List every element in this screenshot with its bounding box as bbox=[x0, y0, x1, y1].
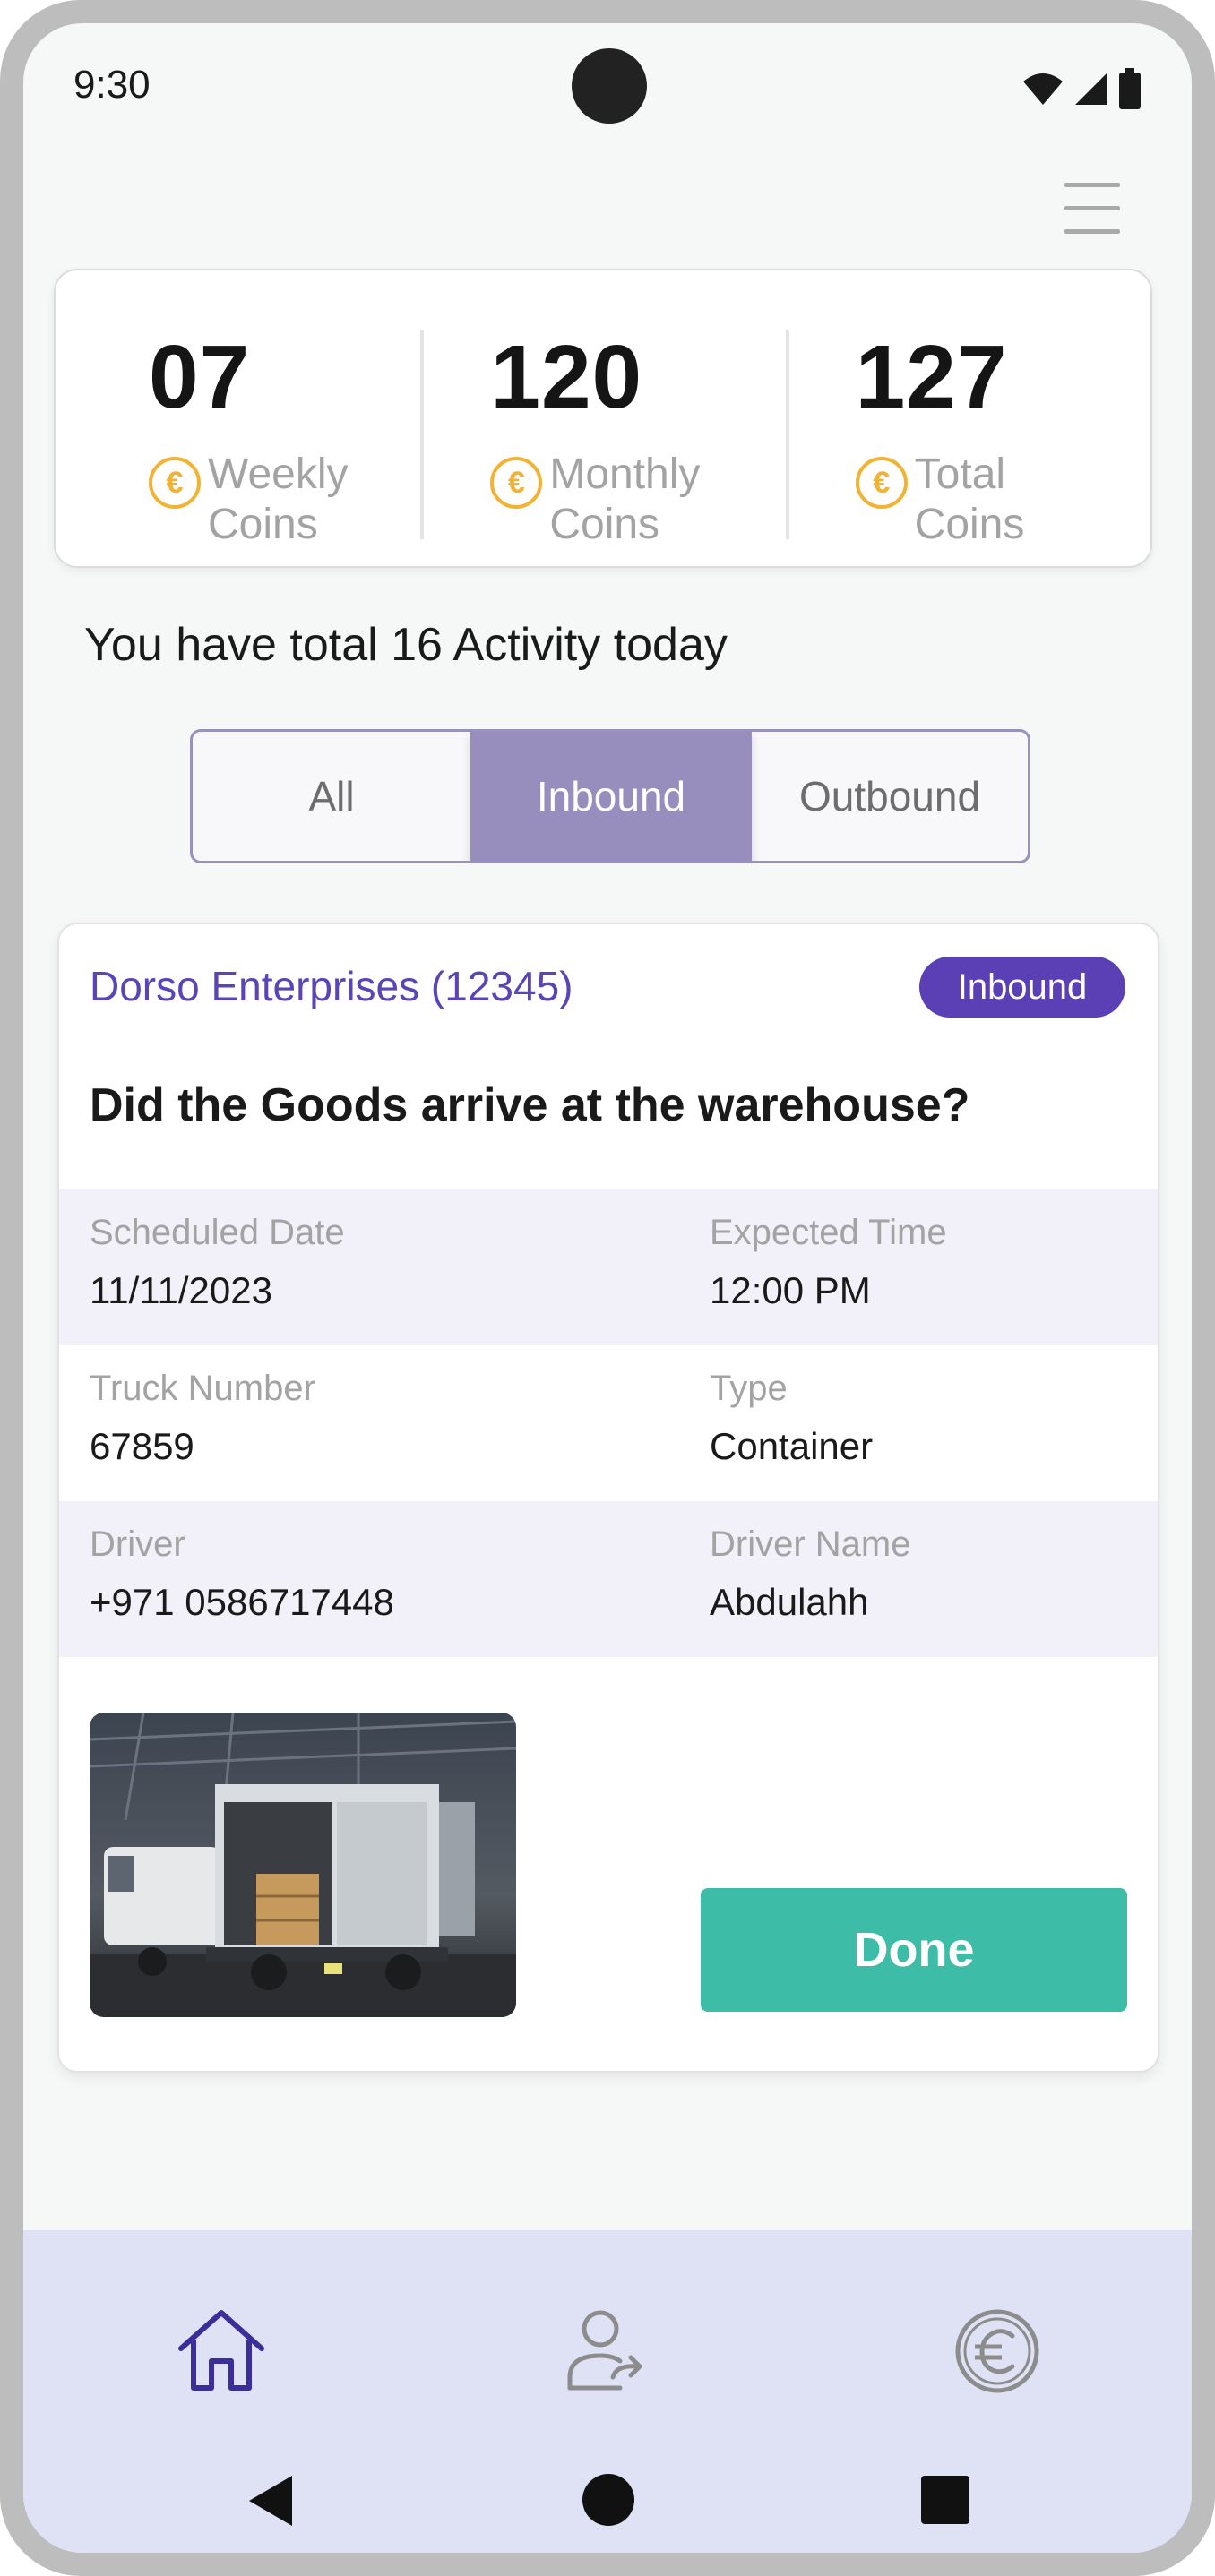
weekly-coins: 07 € Weekly Coins bbox=[56, 270, 420, 566]
activity-filter-tabs: All Inbound Outbound bbox=[190, 729, 1030, 863]
driver-phone-value: +971 0586717448 bbox=[90, 1581, 394, 1623]
monthly-coins: 120 € Monthly Coins bbox=[420, 270, 785, 566]
tab-outbound[interactable]: Outbound bbox=[752, 732, 1028, 861]
phone-frame: 9:30 07 € Weekly Coins 120 € Monthly Coi… bbox=[0, 0, 1215, 2576]
status-icons bbox=[1021, 68, 1142, 109]
home-icon[interactable] bbox=[172, 2302, 271, 2400]
type-value: Container bbox=[710, 1425, 874, 1467]
expected-time-label: Expected Time bbox=[710, 1213, 947, 1252]
scheduled-date-label: Scheduled Date bbox=[90, 1213, 345, 1252]
coin-value: 120 bbox=[490, 327, 643, 427]
truck-number-label: Truck Number bbox=[90, 1369, 315, 1408]
euro-coin-icon[interactable] bbox=[948, 2302, 1047, 2400]
tab-all[interactable]: All bbox=[193, 732, 470, 861]
user-transfer-icon[interactable] bbox=[557, 2302, 656, 2400]
euro-coin-icon: € bbox=[855, 457, 908, 509]
coin-label: Weekly Coins bbox=[208, 451, 349, 548]
info-row: Scheduled Date 11/11/2023 Expected Time … bbox=[59, 1189, 1158, 1345]
home-circle-icon[interactable] bbox=[582, 2474, 634, 2526]
recents-icon[interactable] bbox=[919, 2474, 971, 2526]
coin-label: Total Coins bbox=[914, 451, 1025, 548]
coins-summary-card: 07 € Weekly Coins 120 € Monthly Coins 12… bbox=[54, 269, 1152, 568]
camera-cutout bbox=[572, 48, 647, 124]
activity-card: Dorso Enterprises (12345) Inbound Did th… bbox=[57, 923, 1159, 2073]
bottom-navigation bbox=[23, 2230, 1192, 2553]
info-row: Driver +971 0586717448 Driver Name Abdul… bbox=[59, 1501, 1158, 1657]
done-button[interactable]: Done bbox=[701, 1888, 1127, 2012]
screen: 9:30 07 € Weekly Coins 120 € Monthly Coi… bbox=[23, 23, 1192, 2553]
scheduled-date-value: 11/11/2023 bbox=[90, 1269, 272, 1311]
truck-photo bbox=[90, 1713, 516, 2017]
hamburger-menu-icon[interactable] bbox=[1064, 183, 1120, 234]
status-time: 9:30 bbox=[73, 63, 151, 107]
tab-inbound[interactable]: Inbound bbox=[470, 732, 752, 861]
truck-number-value: 67859 bbox=[90, 1425, 194, 1467]
signal-icon bbox=[1075, 73, 1107, 105]
total-coins: 127 € Total Coins bbox=[785, 270, 1150, 566]
status-badge: Inbound bbox=[919, 957, 1125, 1018]
activity-question: Did the Goods arrive at the warehouse? bbox=[90, 1079, 970, 1131]
coin-label: Monthly Coins bbox=[549, 451, 701, 548]
driver-name-value: Abdulahh bbox=[710, 1581, 869, 1623]
driver-name-label: Driver Name bbox=[710, 1524, 911, 1564]
coin-value: 07 bbox=[149, 327, 251, 427]
driver-label: Driver bbox=[90, 1524, 185, 1564]
type-label: Type bbox=[710, 1369, 788, 1408]
euro-coin-icon: € bbox=[149, 457, 201, 509]
info-row: Truck Number 67859 Type Container bbox=[59, 1345, 1158, 1501]
coin-value: 127 bbox=[855, 327, 1008, 427]
expected-time-value: 12:00 PM bbox=[710, 1269, 871, 1311]
battery-icon bbox=[1119, 68, 1141, 109]
activity-summary: You have total 16 Activity today bbox=[84, 619, 728, 671]
wifi-icon bbox=[1023, 73, 1063, 105]
company-name: Dorso Enterprises (12345) bbox=[90, 963, 573, 1009]
back-icon[interactable] bbox=[246, 2474, 296, 2528]
euro-coin-icon: € bbox=[490, 457, 543, 509]
